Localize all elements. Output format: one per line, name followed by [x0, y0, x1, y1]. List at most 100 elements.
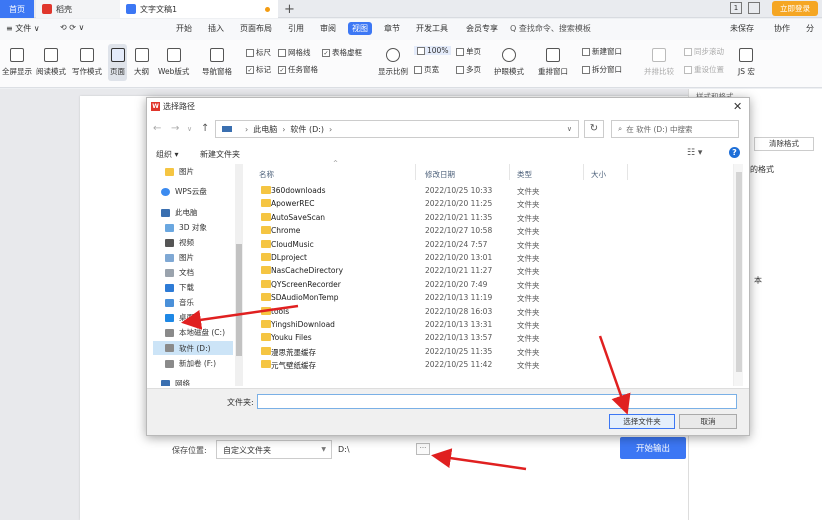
scrollbar-thumb[interactable]: [736, 172, 742, 372]
start-export-button[interactable]: 开始输出: [620, 437, 686, 459]
file-row[interactable]: Youku Files 2022/10/13 13:57 文件夹: [247, 331, 727, 344]
address-bar[interactable]: › 此电脑 › 软件 (D:) › ∨: [215, 120, 579, 138]
grid-checkbox[interactable]: 网格线: [278, 47, 311, 58]
outline-button[interactable]: 大纲: [134, 48, 149, 77]
file-row[interactable]: AutoSaveScan 2022/10/21 11:35 文件夹: [247, 211, 727, 224]
tree-scrollbar[interactable]: [235, 164, 243, 386]
tree-item-this-pc[interactable]: 此电脑: [161, 207, 198, 218]
tab-document[interactable]: 文字文稿1: [120, 0, 278, 18]
tree-item-music[interactable]: 音乐: [165, 297, 194, 308]
clear-format-button[interactable]: 清除格式: [754, 137, 814, 151]
menu-file[interactable]: ≡ 文件 ∨: [6, 23, 40, 34]
file-row[interactable]: 元气壁纸缓存 2022/10/25 11:42 文件夹: [247, 358, 727, 371]
tree-item-desktop[interactable]: 桌面: [165, 312, 194, 323]
save-status[interactable]: 未保存: [730, 23, 754, 34]
ruler-checkbox[interactable]: 标尺: [246, 47, 271, 58]
tree-item-network[interactable]: 网络: [161, 378, 190, 386]
save-location-select[interactable]: 自定义文件夹 ▼: [216, 440, 332, 459]
tree-item-3d-objects[interactable]: 3D 对象: [165, 222, 207, 233]
menu-view[interactable]: 视图: [348, 22, 372, 35]
nav-pane-button[interactable]: 导航窗格: [202, 48, 232, 77]
collab-button[interactable]: 协作: [774, 23, 790, 34]
scrollbar-thumb[interactable]: [236, 244, 242, 356]
search-input[interactable]: ⌕ 在 软件 (D:) 中搜索: [611, 120, 739, 138]
menu-insert[interactable]: 插入: [208, 23, 224, 34]
organize-button[interactable]: 组织 ▾: [156, 149, 179, 160]
split-window-button[interactable]: 拆分窗口: [582, 64, 622, 75]
js-macro-button[interactable]: JS 宏: [738, 48, 755, 77]
select-folder-button[interactable]: 选择文件夹: [609, 414, 675, 429]
menu-member[interactable]: 会员专享: [466, 23, 498, 34]
file-row[interactable]: ApowerREC 2022/10/20 11:25 文件夹: [247, 197, 727, 210]
file-row[interactable]: DLproject 2022/10/20 13:01 文件夹: [247, 251, 727, 264]
tab-daoke[interactable]: 稻壳: [36, 0, 120, 18]
tree-item-videos[interactable]: 视频: [165, 237, 194, 248]
forward-arrow-icon[interactable]: →: [171, 123, 179, 134]
column-size[interactable]: 大小: [591, 169, 606, 180]
share-button[interactable]: 分: [806, 23, 814, 34]
page-width-button[interactable]: 页宽: [414, 64, 439, 75]
column-date[interactable]: 修改日期: [425, 169, 455, 180]
file-row[interactable]: 360downloads 2022/10/25 10:33 文件夹: [247, 184, 727, 197]
breadcrumb-this-pc[interactable]: 此电脑: [253, 124, 277, 135]
file-row[interactable]: YingshiDownload 2022/10/13 13:31 文件夹: [247, 318, 727, 331]
tab-home[interactable]: 首页: [0, 0, 34, 18]
file-row[interactable]: CloudMusic 2022/10/24 7:57 文件夹: [247, 238, 727, 251]
grid-icon[interactable]: [748, 2, 760, 14]
file-row[interactable]: Chrome 2022/10/27 10:58 文件夹: [247, 224, 727, 237]
reading-mode-button[interactable]: 阅读模式: [36, 48, 66, 77]
menu-start[interactable]: 开始: [176, 23, 192, 34]
refresh-icon[interactable]: ↻: [584, 120, 604, 138]
menu-layout[interactable]: 页面布局: [240, 23, 272, 34]
help-icon[interactable]: ?: [729, 147, 740, 158]
back-arrow-icon[interactable]: ←: [153, 123, 161, 134]
tree-item-pictures-quick[interactable]: 图片: [165, 166, 194, 177]
table-lines-checkbox[interactable]: ✓ 表格虚框: [322, 47, 362, 58]
chevron-down-icon[interactable]: ∨: [567, 125, 572, 133]
tree-item-drive-f[interactable]: 新加卷 (F:): [165, 358, 216, 369]
window-layout-icon[interactable]: 1: [730, 2, 742, 14]
browse-button[interactable]: ···: [416, 443, 430, 455]
tree-item-drive-d[interactable]: 软件 (D:): [153, 341, 233, 355]
menu-review[interactable]: 审阅: [320, 23, 336, 34]
up-arrow-icon[interactable]: ↑: [201, 123, 209, 134]
close-icon[interactable]: ✕: [733, 100, 742, 113]
column-name[interactable]: 名称: [259, 169, 274, 180]
tree-item-drive-c[interactable]: 本地磁盘 (C:): [165, 327, 225, 338]
file-row[interactable]: SDAudioMonTemp 2022/10/13 11:19 文件夹: [247, 291, 727, 304]
compare-button[interactable]: 并排比较: [644, 48, 674, 77]
fullscreen-button[interactable]: 全屏显示: [2, 48, 32, 77]
rearrange-window-button[interactable]: 重排窗口: [538, 48, 568, 77]
undo-redo-icon[interactable]: ⟲ ⟳ ∨: [60, 23, 84, 32]
new-folder-button[interactable]: 新建文件夹: [200, 149, 240, 160]
file-row[interactable]: NasCacheDirectory 2022/10/21 11:27 文件夹: [247, 264, 727, 277]
login-button[interactable]: 立即登录: [772, 1, 818, 16]
column-type[interactable]: 类型: [517, 169, 532, 180]
list-scrollbar[interactable]: [733, 164, 743, 386]
single-page-button[interactable]: 单页: [456, 46, 481, 57]
new-tab-button[interactable]: +: [284, 2, 295, 17]
file-row[interactable]: QYScreenRecorder 2022/10/20 7:49 文件夹: [247, 278, 727, 291]
multi-page-button[interactable]: 多页: [456, 64, 481, 75]
zoom-button[interactable]: 显示比例: [378, 48, 408, 77]
mark-checkbox[interactable]: ✓ 标记: [246, 64, 271, 75]
menu-developer[interactable]: 开发工具: [416, 23, 448, 34]
menu-chapter[interactable]: 章节: [384, 23, 400, 34]
command-search[interactable]: Q 查找命令、搜索模板: [510, 23, 591, 34]
history-chevron-icon[interactable]: ∨: [187, 125, 192, 133]
tree-item-documents[interactable]: 文档: [165, 267, 194, 278]
view-options-icon[interactable]: ☷ ▾: [687, 148, 702, 158]
tree-item-pictures[interactable]: 图片: [165, 252, 194, 263]
tree-item-downloads[interactable]: 下载: [165, 282, 194, 293]
file-row[interactable]: 漫思荒墨缓存 2022/10/25 11:35 文件夹: [247, 345, 727, 358]
sync-scroll-button[interactable]: 同步滚动: [684, 46, 724, 57]
reset-position-button[interactable]: 重设位置: [684, 64, 724, 75]
breadcrumb-drive-d[interactable]: 软件 (D:): [290, 124, 324, 135]
zoom-100-button[interactable]: 100%: [414, 46, 452, 55]
web-layout-button[interactable]: Web版式: [158, 48, 189, 77]
new-window-button[interactable]: 新建窗口: [582, 46, 622, 57]
writing-mode-button[interactable]: 写作模式: [72, 48, 102, 77]
eye-mode-button[interactable]: 护眼模式: [494, 48, 524, 77]
tree-item-wps-cloud[interactable]: WPS云盘: [161, 186, 207, 197]
page-view-button[interactable]: 页面: [108, 44, 127, 81]
